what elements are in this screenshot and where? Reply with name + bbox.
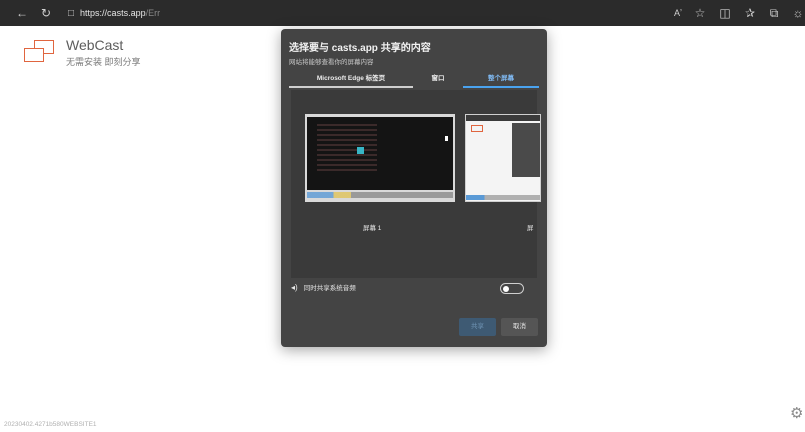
tab-underline bbox=[289, 86, 413, 88]
brand: WebCast 无需安装 即刻分享 bbox=[22, 38, 141, 68]
screen-2-thumbnail[interactable] bbox=[465, 114, 541, 202]
favorite-star-icon[interactable]: ☆ bbox=[690, 3, 710, 23]
back-icon[interactable]: ← bbox=[12, 3, 32, 23]
address-bar[interactable]: □ https://casts.app/Err bbox=[68, 3, 160, 23]
tab-window[interactable]: 窗口 bbox=[413, 73, 463, 87]
settings-gear-icon[interactable]: ⚙ bbox=[790, 404, 803, 422]
read-aloud-icon[interactable]: Aʼ bbox=[668, 3, 688, 23]
brand-title: WebCast bbox=[66, 37, 124, 53]
url-path: /Err bbox=[145, 8, 161, 18]
source-tabs: Microsoft Edge 标签页 窗口 整个屏幕 bbox=[281, 73, 547, 89]
share-audio-toggle[interactable] bbox=[500, 283, 524, 294]
extensions-icon[interactable]: ☼ bbox=[788, 3, 805, 23]
screen-1-thumbnail[interactable] bbox=[305, 114, 455, 202]
share-dialog: 选择要与 casts.app 共享的内容 网站将能够查看你的屏幕内容 Micro… bbox=[281, 29, 547, 347]
split-screen-icon[interactable]: ◫ bbox=[715, 3, 735, 23]
webcast-logo bbox=[22, 38, 56, 68]
tab-entire-screen[interactable]: 整个屏幕 bbox=[463, 73, 539, 87]
refresh-icon[interactable]: ↻ bbox=[36, 3, 56, 23]
share-audio-row: ◂) 同时共享系统音频 bbox=[291, 282, 356, 293]
browser-toolbar: ← ↻ □ https://casts.app/Err Aʼ ☆ ◫ ✰ ⧉ ☼ bbox=[0, 0, 805, 26]
version-text: 20230402.4271b580WEBSITE1 bbox=[4, 421, 97, 428]
tab-edge-tabs[interactable]: Microsoft Edge 标签页 bbox=[289, 73, 413, 87]
toggle-knob bbox=[503, 285, 509, 292]
brand-subtitle: 无需安装 即刻分享 bbox=[66, 57, 141, 67]
dialog-title: 选择要与 casts.app 共享的内容 bbox=[289, 43, 431, 54]
dialog-subtitle: 网站将能够查看你的屏幕内容 bbox=[289, 59, 374, 66]
screen-2-label: 屏 bbox=[527, 225, 534, 232]
screen-1-label: 屏幕 1 bbox=[363, 225, 382, 232]
lock-icon: □ bbox=[68, 7, 75, 19]
cancel-button[interactable]: 取消 bbox=[501, 318, 538, 336]
share-button[interactable]: 共享 bbox=[459, 318, 496, 336]
share-audio-label: 同时共享系统音频 bbox=[303, 285, 356, 292]
speaker-icon: ◂) bbox=[291, 282, 298, 292]
collections-icon[interactable]: ⧉ bbox=[764, 3, 784, 23]
screen-list: 屏幕 1 屏 bbox=[291, 90, 541, 278]
favorites-icon[interactable]: ✰ bbox=[740, 3, 760, 23]
active-tab-indicator bbox=[463, 86, 539, 88]
url-host: https://casts.app bbox=[80, 8, 146, 18]
